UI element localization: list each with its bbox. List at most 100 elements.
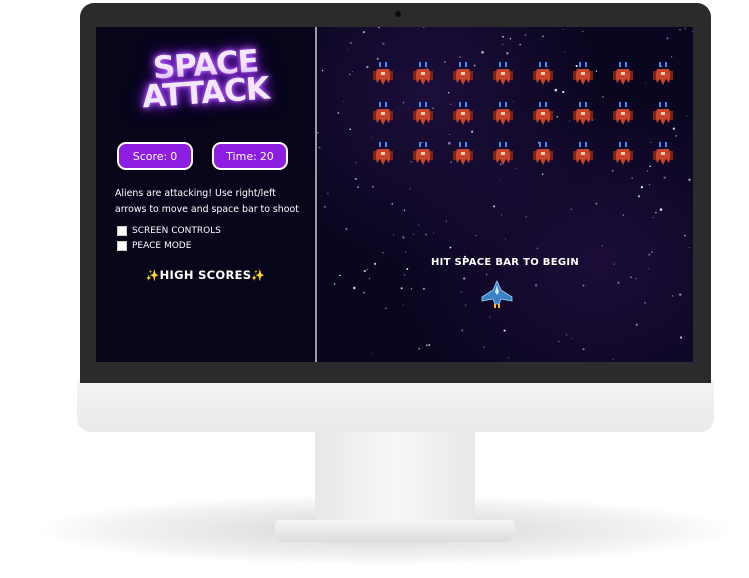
star [648, 268, 650, 270]
star [449, 133, 451, 136]
peace-mode-option[interactable]: PEACE MODE [117, 241, 191, 251]
star [648, 184, 651, 186]
star [463, 277, 466, 280]
star [410, 160, 413, 163]
star [366, 268, 369, 271]
high-scores-label: HIGH SCORES [159, 268, 252, 282]
star [425, 233, 427, 236]
star [556, 116, 559, 118]
star [409, 188, 411, 190]
score-label: Score: [132, 149, 168, 163]
star [671, 295, 674, 297]
star [348, 73, 351, 76]
monitor-stand-neck [315, 432, 475, 527]
star [672, 127, 676, 130]
high-scores-link[interactable]: ✨HIGH SCORES✨ [96, 268, 315, 282]
star [363, 269, 366, 273]
player-ship-icon [481, 280, 513, 308]
star [649, 165, 651, 168]
star [418, 224, 420, 226]
star [403, 274, 406, 276]
stage: SPACE ATTACK Score: 0 Time: 20 Aliens ar… [0, 0, 749, 578]
screen-controls-option[interactable]: SCREEN CONTROLS [117, 226, 221, 236]
star [317, 132, 319, 134]
screen-controls-checkbox[interactable] [117, 226, 127, 236]
alien-icon [493, 141, 513, 167]
star [611, 169, 614, 172]
star [536, 247, 539, 250]
alien-icon [413, 141, 433, 167]
star [652, 216, 654, 218]
star [489, 316, 491, 318]
star [443, 61, 446, 64]
star [459, 56, 461, 59]
star [345, 227, 348, 231]
alien-icon [453, 61, 473, 87]
monitor-stand-foot [275, 520, 515, 542]
star [519, 43, 522, 46]
star [418, 348, 420, 350]
game-canvas[interactable]: HIT SPACE BAR TO BEGIN [317, 27, 693, 362]
monitor-chin [77, 380, 714, 432]
star [337, 112, 340, 114]
star [645, 82, 647, 84]
star [465, 304, 467, 306]
alien-icon [453, 101, 473, 127]
star [602, 96, 604, 98]
star [566, 334, 568, 336]
star [493, 205, 496, 208]
star [534, 284, 538, 287]
alien-icon [533, 101, 553, 127]
star [582, 348, 585, 351]
alien-icon [573, 61, 593, 87]
star [355, 162, 357, 164]
star [640, 185, 644, 189]
star [362, 291, 366, 294]
star [651, 251, 653, 253]
alien-icon [613, 101, 633, 127]
star [663, 176, 666, 179]
star [425, 344, 428, 347]
star [450, 161, 453, 164]
star [509, 38, 512, 40]
peace-mode-label: PEACE MODE [132, 241, 192, 251]
star [525, 216, 527, 218]
star [644, 302, 646, 304]
instructions-text: Aliens are attacking! Use right/left arr… [115, 188, 299, 215]
star [554, 88, 558, 92]
star [385, 307, 387, 309]
sparkle-icon: ✨ [251, 269, 266, 282]
star [406, 268, 409, 270]
star [631, 177, 633, 179]
screen-controls-label: SCREEN CONTROLS [132, 226, 221, 236]
star [562, 90, 565, 94]
star [646, 170, 648, 172]
star [318, 146, 321, 149]
alien-icon [613, 61, 633, 87]
alien-icon [493, 61, 513, 87]
star [659, 208, 663, 211]
time-value: 20 [259, 149, 274, 163]
star [470, 130, 474, 133]
star [515, 167, 517, 169]
alien-icon [373, 61, 393, 87]
star [343, 100, 345, 102]
star [504, 238, 507, 240]
star [541, 35, 544, 38]
star [338, 274, 341, 277]
star [351, 71, 353, 73]
alien-icon [573, 101, 593, 127]
star [404, 251, 406, 253]
star [558, 341, 560, 343]
star [461, 329, 464, 332]
star [635, 323, 638, 326]
star [393, 234, 395, 236]
star [688, 178, 691, 181]
alien-icon [613, 141, 633, 167]
star [450, 103, 452, 105]
alien-icon [653, 141, 673, 167]
star [483, 346, 485, 348]
star [670, 56, 673, 58]
peace-mode-checkbox[interactable] [117, 241, 127, 251]
star [382, 252, 384, 254]
